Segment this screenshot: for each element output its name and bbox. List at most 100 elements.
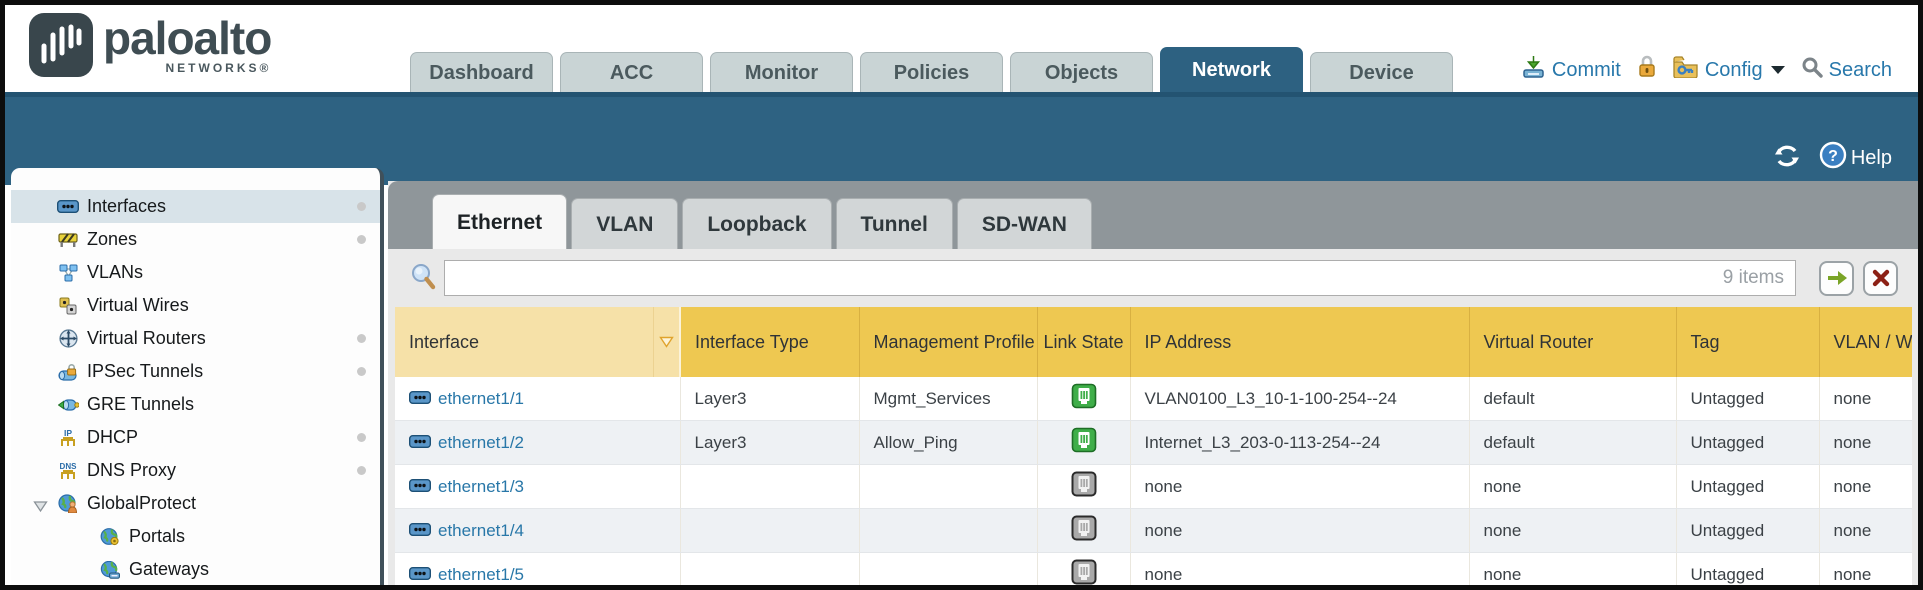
tab-dashboard[interactable]: Dashboard — [410, 52, 553, 92]
lock-button[interactable] — [1637, 55, 1657, 85]
cell-link-state[interactable] — [1037, 509, 1130, 553]
app-window: paloalto NETWORKS® DashboardACCMonitorPo… — [0, 0, 1923, 590]
vlans-icon — [57, 264, 79, 282]
interface-icon — [409, 565, 431, 585]
interface-icon — [409, 477, 431, 497]
cell-tag: Untagged — [1676, 465, 1819, 509]
apply-filter-button[interactable] — [1819, 261, 1854, 296]
cell-interface-type — [680, 465, 859, 509]
expand-arrow-icon[interactable] — [33, 497, 48, 510]
search-button[interactable]: Search — [1801, 56, 1892, 84]
tab-device[interactable]: Device — [1310, 52, 1453, 92]
config-button[interactable]: Config — [1673, 56, 1785, 84]
sidebar-item-virtual-wires[interactable]: Virtual Wires — [11, 289, 380, 322]
column-header-interface-type[interactable]: Interface Type — [680, 307, 859, 377]
cell-link-state[interactable] — [1037, 377, 1130, 421]
tab-policies[interactable]: Policies — [860, 52, 1003, 92]
portals-icon — [99, 528, 121, 546]
link-down-icon — [1071, 471, 1097, 497]
item-dot — [357, 202, 366, 211]
interface-link[interactable]: ethernet1/4 — [438, 521, 524, 541]
column-header-interface[interactable]: Interface — [395, 307, 653, 377]
interfaces-icon — [57, 198, 79, 216]
sort-dropdown-icon[interactable] — [653, 307, 680, 377]
column-header-ip-address[interactable]: IP Address — [1130, 307, 1469, 377]
interface-link[interactable]: ethernet1/5 — [438, 565, 524, 585]
cell-ip-address: none — [1130, 465, 1469, 509]
interface-link[interactable]: ethernet1/1 — [438, 389, 524, 409]
interface-link[interactable]: ethernet1/2 — [438, 433, 524, 453]
subtab-vlan[interactable]: VLAN — [571, 198, 678, 249]
header-actions: Commit — [1521, 55, 1892, 85]
sidebar-item-dhcp[interactable]: IP DHCP — [11, 421, 380, 454]
cell-link-state[interactable] — [1037, 553, 1130, 590]
filter-input[interactable] — [444, 260, 1796, 296]
table-row: ethernet1/2 Layer3 Allow_Ping Internet_L… — [395, 421, 1912, 465]
cell-vlan-wire: none — [1819, 553, 1912, 590]
item-dot — [357, 466, 366, 475]
cell-management-profile — [859, 553, 1037, 590]
help-button[interactable]: ? Help — [1819, 141, 1892, 175]
refresh-icon[interactable] — [1773, 143, 1801, 174]
sidebar-item-gre-tunnels[interactable]: GRE Tunnels — [11, 388, 380, 421]
cell-tag: Untagged — [1676, 421, 1819, 465]
item-dot — [357, 334, 366, 343]
cell-ip-address: Internet_L3_203-0-113-254--24 — [1130, 421, 1469, 465]
commit-icon — [1521, 55, 1546, 85]
cell-interface-type — [680, 509, 859, 553]
logo-brand-text: paloalto — [103, 13, 271, 63]
tab-acc[interactable]: ACC — [560, 52, 703, 92]
ipsec-tunnels-icon — [57, 363, 79, 381]
clear-filter-button[interactable] — [1863, 261, 1898, 296]
subtab-ethernet[interactable]: Ethernet — [432, 194, 567, 249]
cell-ip-address: VLAN0100_L3_10-1-100-254--24 — [1130, 377, 1469, 421]
clear-x-icon — [1872, 269, 1890, 287]
sidebar-item-globalprotect[interactable]: GlobalProtect — [11, 487, 380, 520]
sidebar-item-portals[interactable]: Portals — [11, 520, 380, 553]
tab-objects[interactable]: Objects — [1010, 52, 1153, 92]
interface-icon — [409, 521, 431, 541]
gre-tunnels-icon — [57, 396, 79, 414]
cell-interface-type: Layer3 — [680, 421, 859, 465]
subtab-tunnel[interactable]: Tunnel — [836, 198, 953, 249]
column-header-vlan-wire[interactable]: VLAN / Wire — [1819, 307, 1912, 377]
table-row: ethernet1/3 none none Untagged none — [395, 465, 1912, 509]
column-header-virtual-router[interactable]: Virtual Router — [1469, 307, 1676, 377]
subtab-sd-wan[interactable]: SD-WAN — [957, 198, 1092, 249]
logo-sub-text: NETWORKS® — [166, 61, 272, 75]
filter-toolbar: 9 items — [388, 249, 1918, 307]
interfaces-table: Interface Interface TypeManagement Profi… — [395, 307, 1912, 590]
cell-vlan-wire: none — [1819, 509, 1912, 553]
virtual-routers-icon — [57, 330, 79, 348]
sidebar-item-zones[interactable]: Zones — [11, 223, 380, 256]
paloalto-logo-icon — [29, 13, 93, 77]
table-row: ethernet1/4 none none Untagged none — [395, 509, 1912, 553]
config-caret-icon — [1771, 66, 1785, 74]
subtab-loopback[interactable]: Loopback — [682, 198, 831, 249]
sidebar-item-gateways[interactable]: Gateways — [11, 553, 380, 586]
item-dot — [357, 235, 366, 244]
tab-monitor[interactable]: Monitor — [710, 52, 853, 92]
interface-link[interactable]: ethernet1/3 — [438, 477, 524, 497]
sidebar-item-virtual-routers[interactable]: Virtual Routers — [11, 322, 380, 355]
sidebar-item-vlans[interactable]: VLANs — [11, 256, 380, 289]
cell-virtual-router: default — [1469, 421, 1676, 465]
cell-tag: Untagged — [1676, 509, 1819, 553]
svg-text:DNS: DNS — [60, 462, 78, 471]
sidebar-item-ipsec-tunnels[interactable]: IPSec Tunnels — [11, 355, 380, 388]
column-header-management-profile[interactable]: Management Profile — [859, 307, 1037, 377]
cell-tag: Untagged — [1676, 553, 1819, 590]
column-header-tag[interactable]: Tag — [1676, 307, 1819, 377]
sidebar-item-dns-proxy[interactable]: DNS DNS Proxy — [11, 454, 380, 487]
tab-network[interactable]: Network — [1160, 47, 1303, 92]
column-header-link-state[interactable]: Link State — [1037, 307, 1130, 377]
cell-management-profile: Mgmt_Services — [859, 377, 1037, 421]
item-dot — [357, 367, 366, 376]
commit-button[interactable]: Commit — [1521, 55, 1621, 85]
network-sidebar: Interfaces Zones VLANs Virtual Wires Vir… — [11, 168, 384, 585]
cell-link-state[interactable] — [1037, 465, 1130, 509]
sidebar-item-interfaces[interactable]: Interfaces — [11, 190, 380, 223]
cell-link-state[interactable] — [1037, 421, 1130, 465]
svg-text:IP: IP — [64, 428, 72, 438]
search-icon — [1801, 56, 1823, 84]
